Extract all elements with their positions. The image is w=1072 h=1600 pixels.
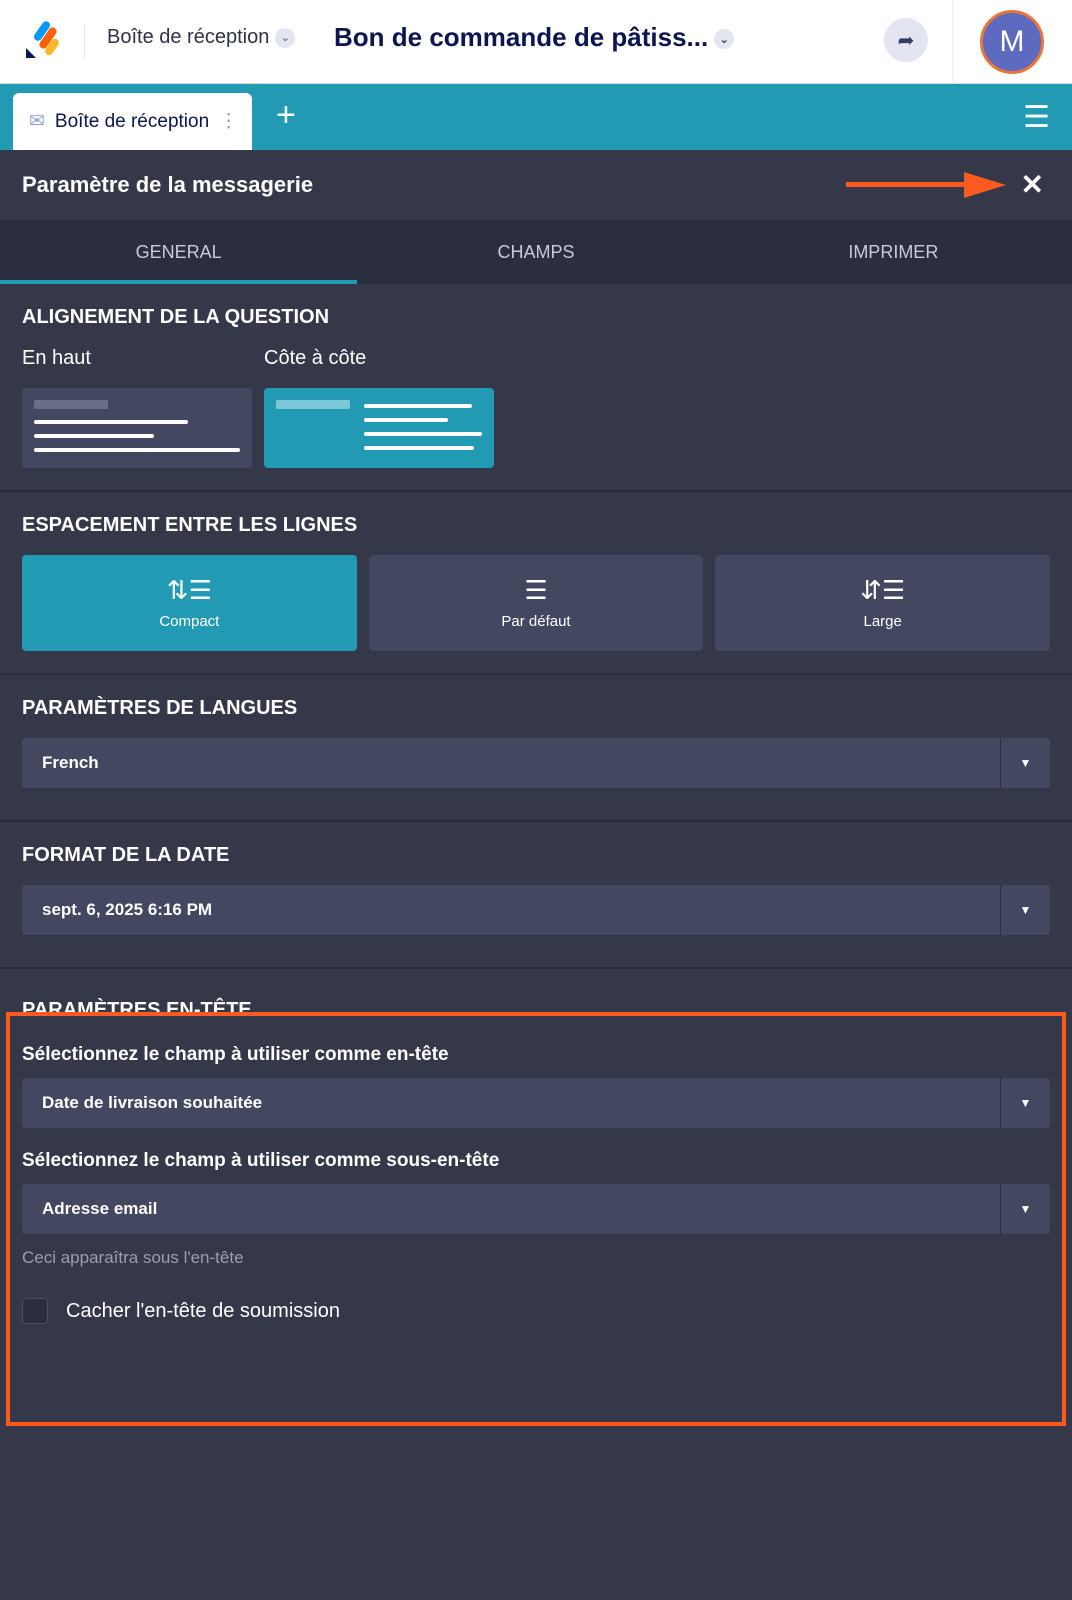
select-value: French: [42, 753, 99, 772]
default-spacing-icon: ☰: [524, 574, 548, 605]
option-label: En haut: [22, 347, 91, 369]
close-button[interactable]: ✕: [1021, 168, 1044, 201]
dropdown-arrow-icon[interactable]: ▼: [1000, 1184, 1050, 1234]
breadcrumb-label: Boîte de réception: [107, 26, 270, 48]
large-spacing-icon: ⇵☰: [860, 574, 906, 605]
date-format-select[interactable]: sept. 6, 2025 6:16 PM ▼: [22, 885, 1050, 935]
settings-tabs: GENERAL CHAMPS IMPRIMER: [0, 220, 1072, 284]
tab-champs[interactable]: CHAMPS: [357, 220, 714, 284]
spacing-large-button[interactable]: ⇵☰ Large: [715, 555, 1051, 651]
alignment-top-option[interactable]: En haut: [22, 347, 252, 468]
form-title-label: Bon de commande de pâtiss...: [334, 22, 709, 52]
header-field-select[interactable]: Date de livraison souhaitée ▼: [22, 1078, 1050, 1128]
top-bar: Boîte de réception ⌄ Bon de commande de p…: [0, 0, 1072, 84]
tab-label: Boîte de réception: [54, 110, 210, 132]
hide-header-checkbox[interactable]: [22, 1298, 48, 1324]
dropdown-arrow-icon[interactable]: ▼: [1000, 738, 1050, 788]
chevron-down-icon[interactable]: ⌄: [714, 29, 735, 50]
subheader-field-select[interactable]: Adresse email ▼: [22, 1184, 1050, 1234]
subheader-hint: Ceci apparaîtra sous l'en-tête: [22, 1248, 244, 1267]
select-value: Date de livraison souhaitée: [42, 1093, 263, 1112]
section-heading: FORMAT DE LA DATE: [22, 844, 230, 866]
more-options-icon[interactable]: ⋮: [219, 110, 238, 133]
breadcrumb-inbox[interactable]: Boîte de réception ⌄: [107, 26, 296, 49]
tab-general[interactable]: GENERAL: [0, 220, 358, 284]
header-field-label: Sélectionnez le champ à utiliser comme e…: [22, 1044, 449, 1065]
option-label: Large: [863, 612, 902, 630]
share-icon: ➦: [897, 29, 915, 52]
form-title[interactable]: Bon de commande de pâtiss... ⌄: [334, 22, 735, 53]
hide-header-checkbox-row[interactable]: Cacher l'en-tête de soumission: [22, 1298, 1050, 1324]
jotform-logo-icon: [26, 21, 59, 58]
tab-imprimer[interactable]: IMPRIMER: [715, 220, 1072, 284]
inbox-icon: ✉: [29, 111, 45, 132]
compact-spacing-icon: ⇅☰: [166, 574, 212, 605]
section-heading: ALIGNEMENT DE LA QUESTION: [22, 306, 330, 328]
option-label: Par défaut: [501, 612, 571, 630]
option-label: Côte à côte: [264, 347, 367, 369]
alignment-top-preview[interactable]: [22, 388, 252, 468]
divider: [952, 0, 953, 84]
share-button[interactable]: ➦: [884, 18, 928, 62]
spacing-section: ESPACEMENT ENTRE LES LIGNES ⇅☰ Compact ☰ P…: [0, 492, 1072, 675]
language-select[interactable]: French ▼: [22, 738, 1050, 788]
dropdown-arrow-icon[interactable]: ▼: [1000, 885, 1050, 935]
select-value: sept. 6, 2025 6:16 PM: [42, 900, 213, 919]
panel-header: Paramètre de la messagerie ✕: [0, 150, 1072, 220]
checkbox-label: Cacher l'en-tête de soumission: [66, 1299, 340, 1322]
panel-title: Paramètre de la messagerie: [22, 172, 314, 197]
select-value: Adresse email: [42, 1199, 158, 1218]
subheader-field-label: Sélectionnez le champ à utiliser comme s…: [22, 1150, 500, 1171]
alignment-section: ALIGNEMENT DE LA QUESTION En haut Côte à…: [0, 284, 1072, 492]
add-tab-button[interactable]: +: [276, 96, 296, 135]
arrow-annotation-icon: [846, 172, 1006, 198]
hamburger-menu-icon[interactable]: ☰: [1023, 100, 1050, 135]
spacing-default-button[interactable]: ☰ Par défaut: [368, 555, 704, 651]
tab-inbox[interactable]: ✉ Boîte de réception ⋮: [13, 93, 252, 150]
tab-bar: ✉ Boîte de réception ⋮ + ☰: [0, 84, 1072, 150]
section-heading: PARAMÈTRES EN-TÊTE: [22, 999, 252, 1021]
divider: [84, 24, 85, 58]
spacing-compact-button[interactable]: ⇅☰ Compact: [22, 555, 357, 651]
header-settings-section: PARAMÈTRES EN-TÊTE Sélectionnez le champ…: [0, 969, 1072, 1354]
alignment-side-preview[interactable]: [264, 388, 494, 468]
alignment-side-option[interactable]: Côte à côte: [264, 347, 494, 468]
section-heading: ESPACEMENT ENTRE LES LIGNES: [22, 514, 358, 536]
option-label: Compact: [159, 612, 220, 630]
section-heading: PARAMÈTRES DE LANGUES: [22, 697, 298, 719]
avatar[interactable]: M: [980, 10, 1044, 74]
date-format-section: FORMAT DE LA DATE sept. 6, 2025 6:16 PM ▼: [0, 822, 1072, 969]
language-section: PARAMÈTRES DE LANGUES French ▼: [0, 675, 1072, 822]
chevron-down-icon[interactable]: ⌄: [275, 27, 296, 48]
dropdown-arrow-icon[interactable]: ▼: [1000, 1078, 1050, 1128]
